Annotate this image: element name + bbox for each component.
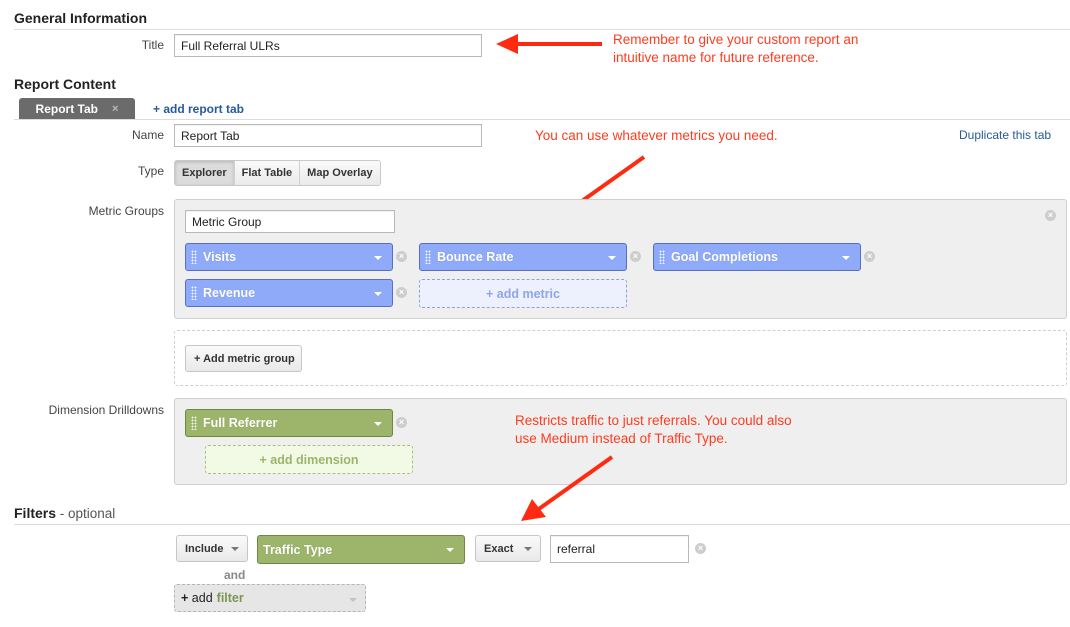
type-flat-table-button[interactable]: Flat Table bbox=[234, 161, 301, 185]
title-input[interactable] bbox=[174, 34, 482, 57]
filter-annotation: Restricts traffic to just referrals. You… bbox=[515, 413, 792, 446]
metric-label: Visits bbox=[203, 250, 237, 264]
drag-handle-icon[interactable] bbox=[659, 250, 665, 264]
caret-down-icon[interactable] bbox=[374, 422, 382, 426]
annotation-arrow-icon bbox=[521, 455, 614, 521]
dimension-drilldowns-label: Dimension Drilldowns bbox=[48, 403, 164, 417]
filter-dimension-chip[interactable]: Traffic Type bbox=[257, 535, 465, 564]
report-content-heading: Report Content bbox=[14, 76, 116, 92]
title-label: Title bbox=[141, 38, 164, 52]
divider bbox=[14, 119, 1070, 120]
annotation-arrow-icon bbox=[496, 34, 602, 54]
tab-label: Report Tab bbox=[35, 101, 98, 116]
tab-report-tab[interactable]: Report Tab × bbox=[19, 98, 135, 119]
metric-label: Goal Completions bbox=[671, 250, 778, 264]
type-map-overlay-button[interactable]: Map Overlay bbox=[300, 161, 380, 185]
divider bbox=[14, 524, 1070, 525]
plus-icon: + bbox=[181, 591, 189, 605]
duplicate-tab-link[interactable]: Duplicate this tab bbox=[959, 128, 1051, 142]
add-metric-group-button[interactable]: + Add metric group bbox=[185, 345, 302, 372]
add-metric-button[interactable]: + add metric bbox=[419, 279, 627, 308]
close-icon[interactable]: × bbox=[112, 103, 118, 115]
remove-filter-icon[interactable]: × bbox=[695, 543, 706, 554]
remove-metric-icon[interactable]: × bbox=[864, 251, 875, 262]
metric-chip-goal-completions[interactable]: Goal Completions bbox=[653, 243, 861, 271]
include-value: Include bbox=[185, 542, 224, 555]
match-type-value: Exact bbox=[484, 542, 514, 555]
caret-down-icon[interactable] bbox=[374, 292, 382, 296]
tab-name-input[interactable] bbox=[174, 124, 482, 147]
type-label: Type bbox=[137, 164, 164, 178]
add-filter-word: add bbox=[191, 591, 213, 605]
remove-metric-icon[interactable]: × bbox=[396, 251, 407, 262]
divider bbox=[14, 29, 1070, 30]
metric-groups-label: Metric Groups bbox=[88, 204, 164, 218]
caret-down-icon bbox=[524, 547, 532, 551]
remove-metric-icon[interactable]: × bbox=[630, 251, 641, 262]
filters-optional-text: - optional bbox=[56, 506, 116, 521]
drag-handle-icon[interactable] bbox=[191, 416, 197, 430]
caret-down-icon[interactable] bbox=[842, 256, 850, 260]
add-filter-button[interactable]: + add filter bbox=[174, 584, 366, 612]
caret-down-icon[interactable] bbox=[608, 256, 616, 260]
filter-dimension-label: Traffic Type bbox=[263, 542, 333, 557]
type-selector: Explorer Flat Table Map Overlay bbox=[174, 160, 381, 186]
match-type-select[interactable]: Exact bbox=[475, 535, 541, 562]
dimension-chip-full-referrer[interactable]: Full Referrer bbox=[185, 409, 393, 437]
remove-metric-icon[interactable]: × bbox=[396, 287, 407, 298]
metric-chip-visits[interactable]: Visits bbox=[185, 243, 393, 271]
add-report-tab-link[interactable]: + add report tab bbox=[153, 102, 244, 116]
metrics-annotation: You can use whatever metrics you need. bbox=[535, 128, 778, 143]
add-metric-group-area bbox=[174, 330, 1067, 386]
add-filter-keyword: filter bbox=[216, 591, 244, 605]
and-label: and bbox=[224, 568, 246, 582]
metric-group-name-input[interactable] bbox=[185, 210, 395, 233]
add-dimension-button[interactable]: + add dimension bbox=[205, 445, 413, 474]
metric-label: Revenue bbox=[203, 286, 256, 300]
caret-down-icon[interactable] bbox=[374, 256, 382, 260]
filter-expression-input[interactable] bbox=[550, 535, 689, 563]
caret-down-icon[interactable] bbox=[446, 548, 454, 552]
name-label: Name bbox=[131, 128, 164, 142]
filters-heading-text: Filters bbox=[14, 505, 57, 521]
metric-chip-bounce-rate[interactable]: Bounce Rate bbox=[419, 243, 627, 271]
remove-metric-group-icon[interactable]: × bbox=[1045, 210, 1056, 221]
drag-handle-icon[interactable] bbox=[191, 250, 197, 264]
drag-handle-icon[interactable] bbox=[191, 286, 197, 300]
dimension-label: Full Referrer bbox=[203, 416, 278, 430]
caret-down-icon bbox=[231, 547, 239, 551]
filters-heading: Filters - optional bbox=[14, 505, 115, 521]
metric-chip-revenue[interactable]: Revenue bbox=[185, 279, 393, 307]
title-annotation: Remember to give your custom report an i… bbox=[613, 32, 859, 65]
metric-label: Bounce Rate bbox=[437, 250, 514, 264]
type-explorer-button[interactable]: Explorer bbox=[175, 161, 235, 185]
remove-dimension-icon[interactable]: × bbox=[396, 417, 407, 428]
caret-down-icon bbox=[349, 598, 357, 602]
general-information-heading: General Information bbox=[14, 10, 148, 26]
drag-handle-icon[interactable] bbox=[425, 250, 431, 264]
include-select[interactable]: Include bbox=[176, 535, 248, 562]
